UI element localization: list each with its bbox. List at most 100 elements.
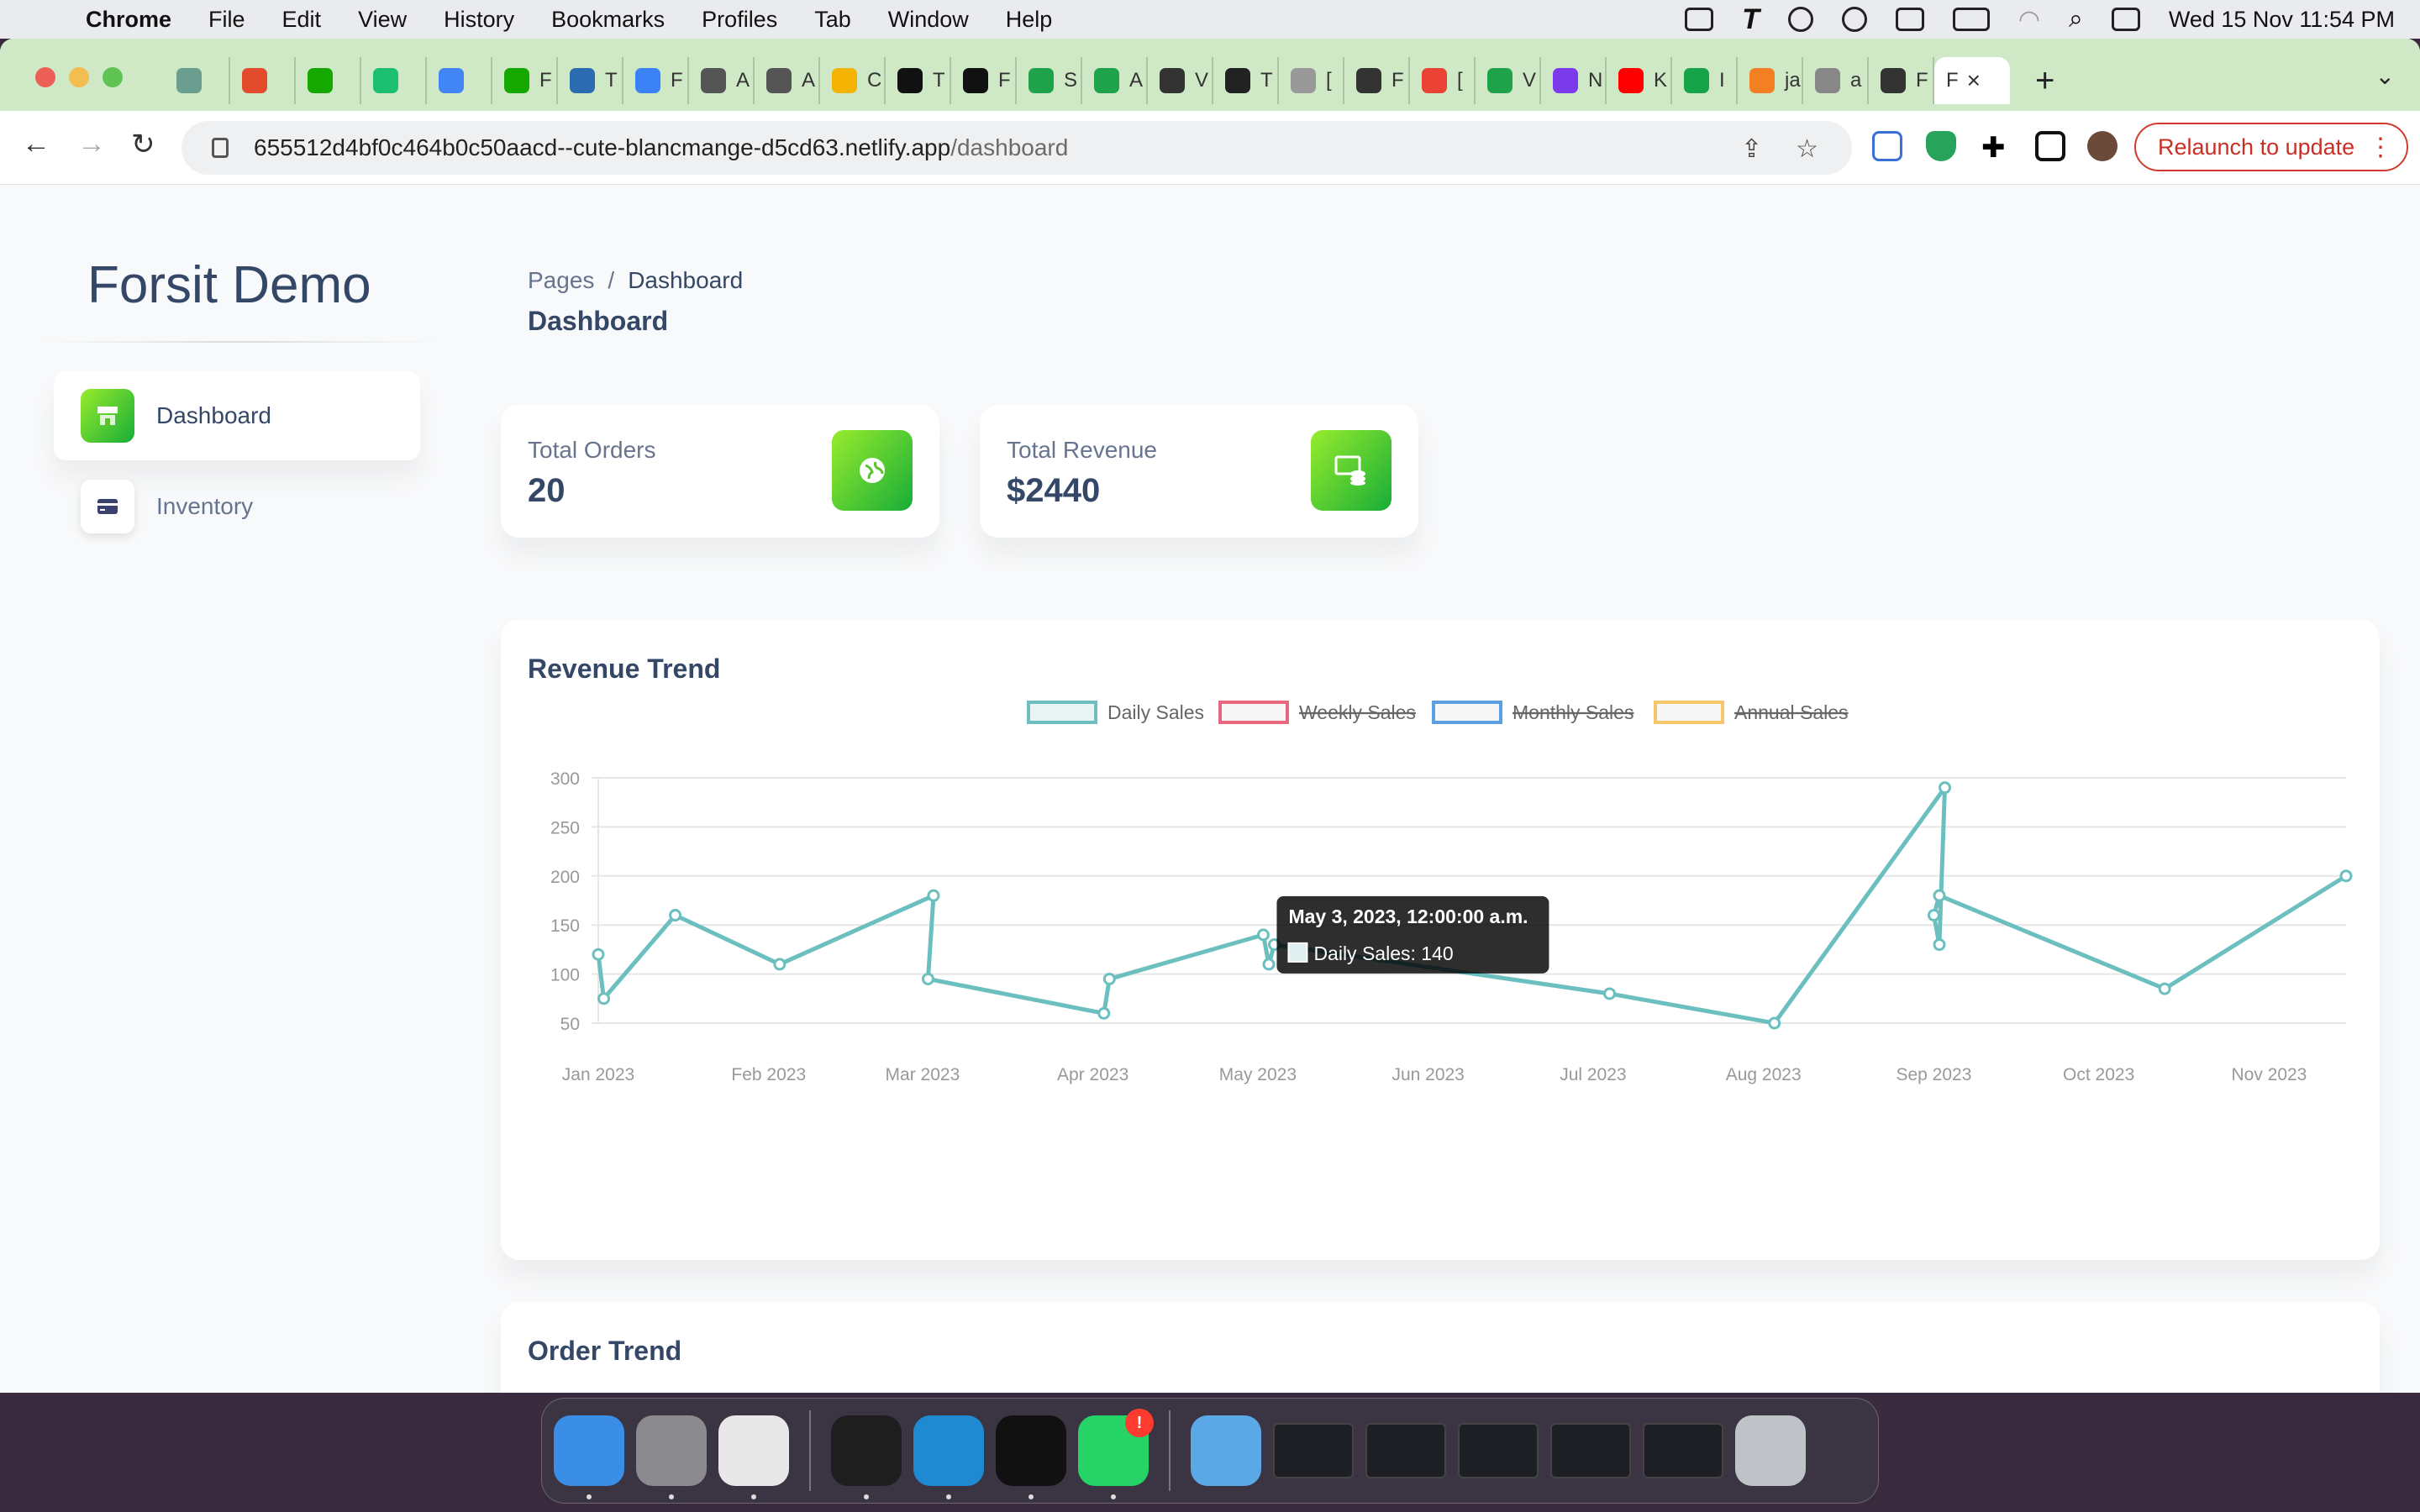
data-point[interactable] [669, 909, 682, 922]
extension-phone-icon[interactable] [1872, 131, 1902, 161]
minimized-window-thumbnail[interactable] [1643, 1423, 1723, 1478]
data-point[interactable] [1927, 909, 1940, 922]
downloads-folder-icon[interactable] [1191, 1415, 1261, 1486]
finder-icon[interactable] [554, 1415, 624, 1499]
data-point[interactable] [1939, 781, 1952, 795]
browser-tab[interactable]: N [1541, 57, 1607, 104]
search-icon[interactable]: ⌕ [2069, 5, 2083, 34]
menu-tab[interactable]: Tab [814, 7, 851, 33]
menu-edit[interactable]: Edit [282, 7, 322, 33]
battery-icon[interactable] [1952, 8, 1990, 31]
sidebar-item-dashboard[interactable]: Dashboard [54, 371, 420, 460]
menu-window[interactable]: Window [888, 7, 969, 33]
menu-help[interactable]: Help [1006, 7, 1053, 33]
browser-tab[interactable]: [ [1279, 57, 1344, 104]
browser-tab[interactable]: F [492, 57, 558, 104]
sidebar-item-inventory[interactable]: Inventory [54, 462, 420, 551]
profile-avatar[interactable] [2087, 131, 2118, 161]
browser-tab[interactable] [427, 57, 492, 104]
browser-tab[interactable]: V [1148, 57, 1213, 104]
minimized-window-thumbnail[interactable] [1550, 1423, 1631, 1478]
menubar-clock[interactable]: Wed 15 Nov 11:54 PM [2169, 7, 2395, 33]
chrome-icon[interactable] [718, 1415, 789, 1499]
legend-label[interactable]: Weekly Sales [1299, 701, 1416, 723]
brand-title[interactable]: Forsit Demo [87, 255, 371, 315]
menu-view[interactable]: View [358, 7, 407, 33]
data-point[interactable] [2158, 982, 2171, 995]
fullscreen-window-button[interactable] [103, 67, 123, 87]
data-point[interactable] [1097, 1006, 1111, 1020]
data-point[interactable] [921, 972, 934, 985]
browser-tab[interactable] [361, 57, 427, 104]
browser-tab[interactable]: F [1344, 57, 1410, 104]
browser-tab[interactable]: A [755, 57, 820, 104]
relaunch-update-button[interactable]: Relaunch to update ⋮ [2134, 123, 2408, 171]
browser-tab[interactable]: K [1607, 57, 1672, 104]
wifi-icon[interactable]: ◠ [2018, 5, 2040, 34]
browser-tab[interactable]: T [1213, 57, 1279, 104]
revenue-trend-chart[interactable]: 300 250 200 150 100 50 Jan 2023 Feb 2023 Mar 202… [501, 620, 2380, 1260]
browser-tab[interactable]: T [558, 57, 623, 104]
legend-swatch[interactable] [1654, 701, 1724, 724]
shield-extension-icon[interactable] [1926, 131, 1956, 161]
address-bar[interactable]: 655512d4bf0c464b0c50aacd--cute-blancmang… [182, 121, 1852, 175]
share-icon[interactable]: ⇪ [1741, 134, 1762, 164]
more-menu-icon[interactable]: ⋮ [2368, 133, 2393, 162]
puzzle-extensions-icon[interactable]: ✚ [1981, 131, 2012, 164]
trash-icon[interactable] [1735, 1415, 1806, 1486]
screen-icon[interactable] [1685, 8, 1714, 31]
side-panel-icon[interactable] [2035, 131, 2065, 161]
legend-swatch[interactable] [1432, 701, 1502, 724]
data-point[interactable] [1262, 958, 1276, 971]
close-window-button[interactable] [35, 67, 55, 87]
data-point[interactable] [592, 948, 605, 961]
browser-tab[interactable]: C [820, 57, 886, 104]
menu-bookmarks[interactable]: Bookmarks [551, 7, 665, 33]
browser-tab[interactable]: A [1082, 57, 1148, 104]
new-tab-plus-icon[interactable]: + [2035, 62, 2054, 100]
back-arrow-icon[interactable]: ← [22, 128, 50, 160]
play-icon[interactable] [1787, 7, 1813, 32]
data-point[interactable] [1933, 938, 1946, 952]
typora-icon[interactable]: T [1742, 3, 1760, 36]
menu-file[interactable]: File [208, 7, 245, 33]
minimized-window-thumbnail[interactable] [1273, 1423, 1354, 1478]
browser-tab[interactable]: V [1476, 57, 1541, 104]
data-point[interactable] [927, 889, 940, 902]
menu-history[interactable]: History [444, 7, 514, 33]
data-point[interactable] [1768, 1016, 1781, 1030]
settings-icon[interactable] [636, 1415, 707, 1499]
browser-tab[interactable] [296, 57, 361, 104]
bookmark-star-icon[interactable]: ☆ [1796, 134, 1818, 164]
terminal-icon[interactable] [831, 1415, 902, 1499]
data-point[interactable] [597, 992, 611, 1005]
data-point[interactable] [1256, 928, 1270, 942]
whatsapp-icon[interactable]: ! [1078, 1409, 1154, 1499]
browser-tab[interactable]: F [1869, 57, 1934, 104]
breadcrumb-root[interactable]: Pages [528, 267, 594, 293]
reload-icon[interactable]: ↻ [131, 128, 155, 161]
browser-tab[interactable]: a [1803, 57, 1869, 104]
data-point[interactable] [2339, 869, 2353, 883]
minimize-window-button[interactable] [69, 67, 89, 87]
browser-tab[interactable]: F [623, 57, 689, 104]
browser-tab[interactable]: T [886, 57, 951, 104]
data-point[interactable] [1933, 889, 1946, 902]
browser-tab[interactable]: S [1017, 57, 1082, 104]
browser-tab[interactable]: I [1672, 57, 1738, 104]
legend-label[interactable]: Monthly Sales [1512, 701, 1634, 723]
lock-icon[interactable] [212, 138, 229, 158]
keyboard-icon[interactable] [1895, 8, 1924, 31]
control-center-icon[interactable] [2111, 8, 2140, 31]
browser-tab[interactable]: A [689, 57, 755, 104]
iterm-icon[interactable] [996, 1415, 1066, 1499]
legend-swatch[interactable] [1027, 701, 1097, 724]
menu-app-name[interactable]: Chrome [86, 7, 171, 33]
browser-tab[interactable]: [ [1410, 57, 1476, 104]
tab-search-chevron-icon[interactable]: ⌄ [2375, 62, 2395, 90]
menu-profiles[interactable]: Profiles [702, 7, 777, 33]
legend-label[interactable]: Annual Sales [1734, 701, 1849, 723]
data-point[interactable] [773, 958, 786, 971]
browser-tab-active[interactable]: F × [1934, 57, 2010, 104]
browser-tab[interactable] [165, 57, 230, 104]
